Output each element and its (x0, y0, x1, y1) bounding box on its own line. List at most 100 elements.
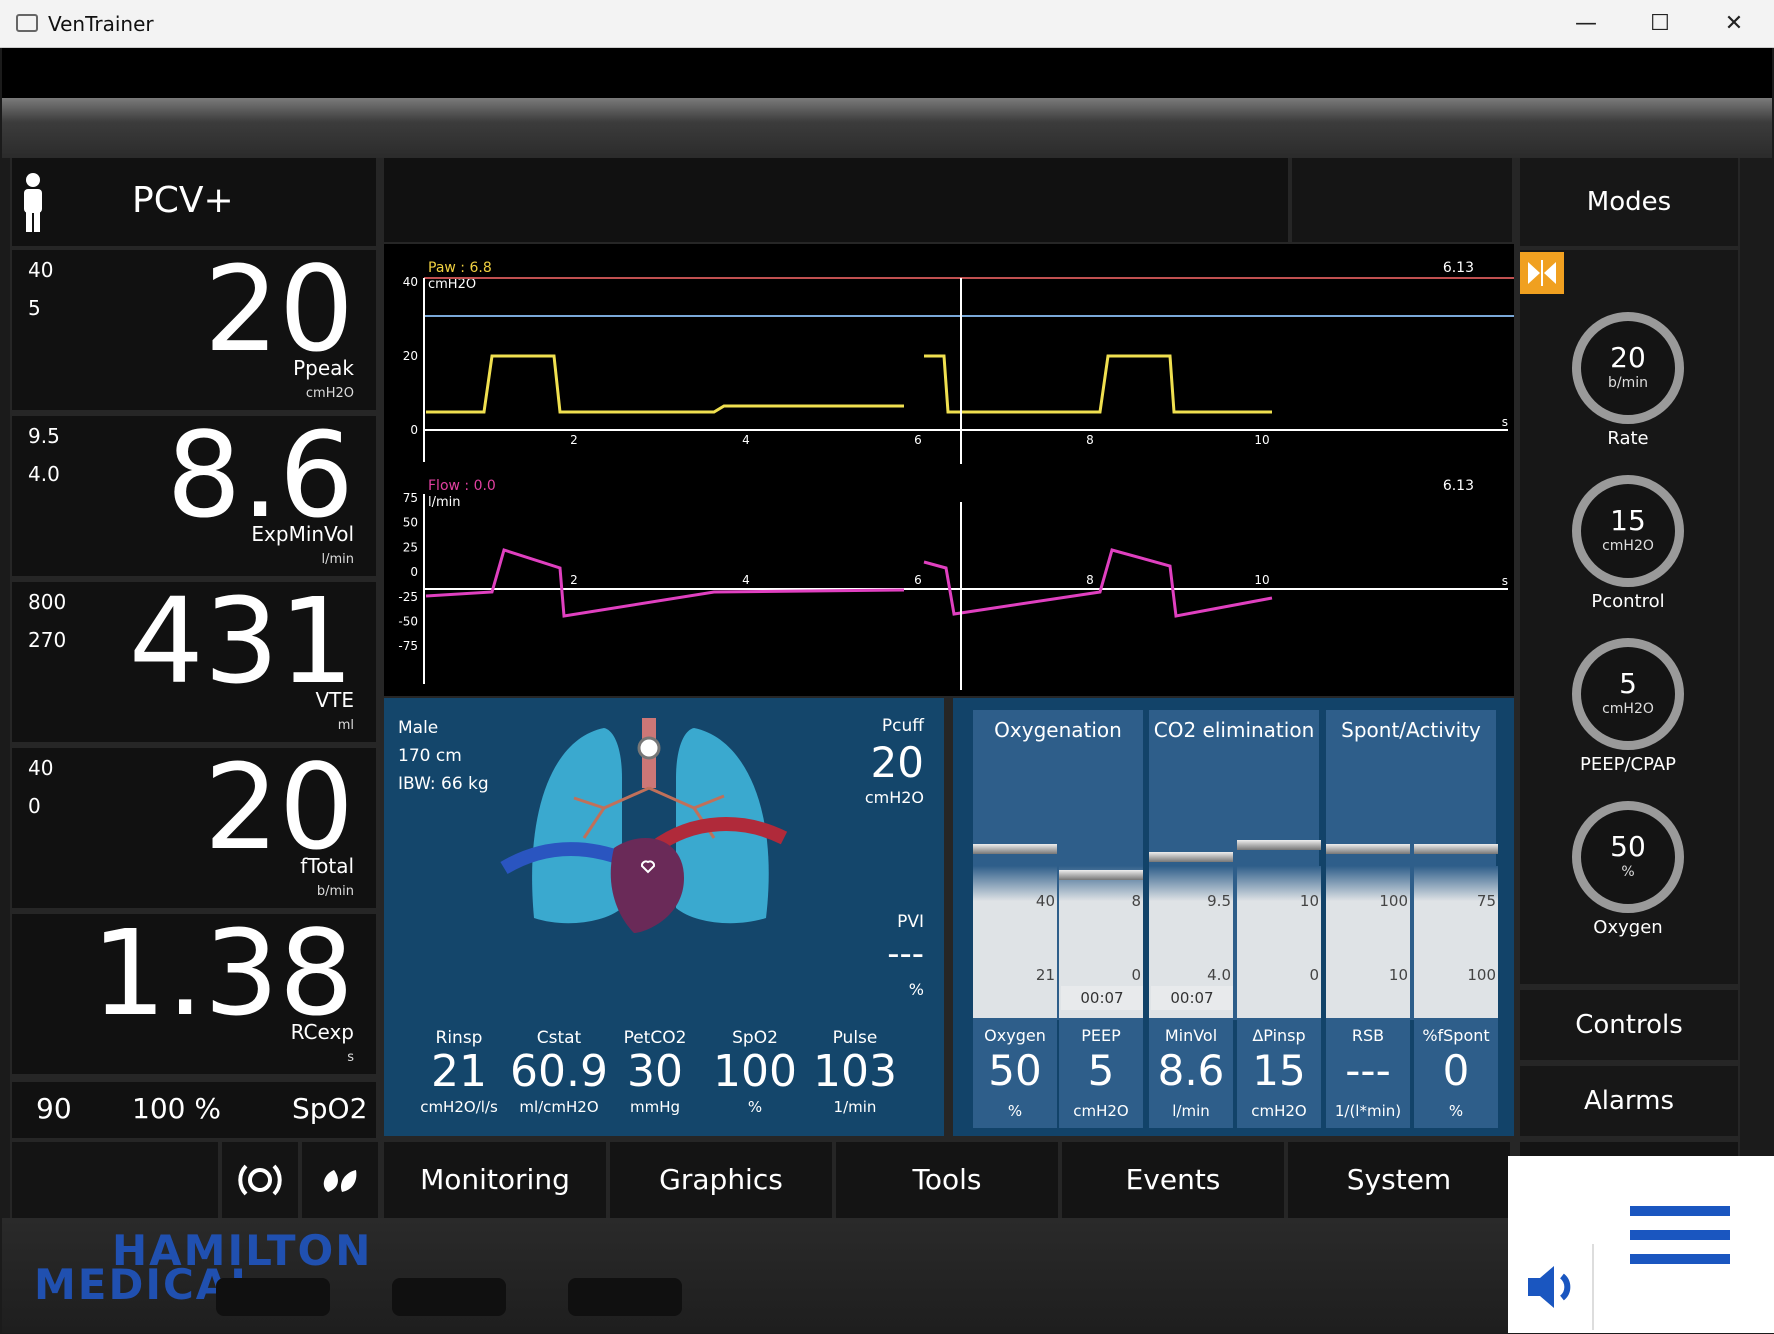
vent-scale-marker (973, 844, 1057, 854)
flow-y-tick: -75 (398, 639, 418, 653)
vent-scale-top: 10 (1299, 892, 1319, 910)
paw-x-tick: 6 (914, 433, 922, 447)
vent-scale-top: 9.5 (1207, 892, 1231, 910)
vent-scale-marker (1237, 840, 1321, 850)
param-panel-vte[interactable]: 800 270 431 VTE ml (12, 576, 376, 742)
o2-enrichment-button[interactable] (302, 1142, 378, 1218)
param-name: fTotal (300, 854, 354, 878)
param-low-limit: 5 (28, 296, 41, 320)
nebulizer-icon (238, 1164, 282, 1196)
flow-waveform (425, 548, 905, 618)
drops-icon (323, 1170, 357, 1192)
param-panel-rcexp[interactable]: 1.38 RCexp s (12, 908, 376, 1074)
vent-reading-unit: % (1448, 1102, 1464, 1120)
vent-group-title: Spont/Activity (1341, 718, 1481, 742)
vent-scale-bottom: 10 (1388, 966, 1408, 984)
param-name: VTE (315, 688, 354, 712)
patient-ibw: IBW: 66 kg (398, 774, 489, 794)
param-low-limit: 270 (28, 628, 67, 652)
knob-rate[interactable]: 20 b/min (1572, 312, 1684, 424)
knob-value: 20 (1610, 341, 1646, 374)
alarms-button[interactable]: Alarms (1520, 1066, 1738, 1136)
vent-reading-label: RSB (1351, 1026, 1385, 1045)
paw-waveform-new (924, 354, 1272, 414)
param-value: 1.38 (91, 904, 354, 1042)
vent-status-panel[interactable]: Oxygenation CO2 elimination Spont/Activity… (953, 698, 1514, 1136)
freeze-button[interactable] (1520, 252, 1564, 294)
param-panel-ftotal[interactable]: 40 0 20 fTotal b/min (12, 742, 376, 908)
vent-scale-bar (1414, 866, 1498, 1026)
lung-heart-graphic (500, 718, 788, 933)
pvi-unit: % (908, 980, 924, 999)
param-value: 431 (128, 572, 354, 710)
menu-button[interactable] (1622, 1196, 1734, 1276)
param-panel-expminvol[interactable]: 9.5 4.0 8.6 ExpMinVol l/min (12, 410, 376, 576)
patient-reading-label: Rinsp (435, 1028, 483, 1048)
mode-header[interactable]: PCV+ (12, 158, 376, 246)
waveform-area[interactable]: Paw : 6.8 cmH2O 6.13 40 20 0 2 4 6 8 10 s Flow :… (384, 244, 1514, 696)
param-low-limit: 0 (28, 794, 41, 818)
speaker-icon (1528, 1266, 1571, 1308)
ports-button[interactable] (222, 1142, 298, 1218)
flow-x-tick: 4 (742, 573, 750, 587)
tab-events[interactable]: Events (1062, 1142, 1284, 1218)
knob-label: Rate (1607, 428, 1649, 449)
spo2-row[interactable]: 90 100 % SpO2 (12, 1082, 376, 1138)
patient-reading-value: 103 (813, 1046, 897, 1097)
home-hardkey[interactable] (216, 1278, 330, 1316)
status-bar (1292, 158, 1512, 242)
knob-label: Oxygen (1593, 917, 1663, 938)
patient-dynamic-lung-panel[interactable]: Male 170 cm IBW: 66 kg Pcuff 20 cmH2O PV… (384, 698, 944, 1136)
bottom-left-blank (12, 1142, 218, 1218)
controls-button[interactable]: Controls (1520, 990, 1738, 1060)
flow-label: Flow : 0.0 (428, 478, 496, 494)
close-button[interactable]: ✕ (1714, 6, 1754, 42)
vent-scale-marker (1414, 844, 1498, 854)
modes-button[interactable]: Modes (1520, 158, 1738, 246)
vent-reading-unit: cmH2O (1073, 1102, 1129, 1120)
spo2-alarm-limit: 90 (36, 1092, 72, 1125)
flow-waveform-new (923, 548, 1273, 618)
print-hardkey[interactable] (392, 1278, 506, 1316)
maximize-button[interactable]: ☐ (1640, 6, 1680, 42)
flow-x-tick: 2 (570, 573, 578, 587)
patient-reading-label: PetCO2 (623, 1028, 687, 1048)
lock-hardkey[interactable] (568, 1278, 682, 1316)
knob-peep-cpap[interactable]: 5 cmH2O (1572, 638, 1684, 750)
vent-reading-label: MinVol (1164, 1026, 1218, 1045)
knob-unit: cmH2O (1602, 701, 1654, 717)
param-panel-ppeak[interactable]: 40 5 20 Ppeak cmH2O (12, 244, 376, 410)
patient-reading-unit: 1/min (833, 1098, 877, 1116)
paw-x-tick: 10 (1254, 433, 1269, 447)
window-titlebar: VenTrainer — ☐ ✕ (0, 0, 1774, 48)
patient-reading-label: Cstat (536, 1028, 582, 1048)
flow-y-tick: 25 (403, 540, 418, 554)
vent-group-title: Oxygenation (994, 718, 1122, 742)
vent-scale-top: 8 (1131, 892, 1141, 910)
vent-reading-unit: % (1007, 1102, 1023, 1120)
param-name: RCexp (290, 1020, 354, 1044)
tab-tools[interactable]: Tools (836, 1142, 1058, 1218)
knob-oxygen[interactable]: 50% (1572, 801, 1684, 913)
paw-y-tick: 0 (410, 423, 418, 437)
knob-value: 5 (1619, 667, 1637, 700)
patient-sex: Male (398, 718, 439, 738)
sound-button[interactable] (1508, 1244, 1594, 1330)
tab-graphics[interactable]: Graphics (610, 1142, 832, 1218)
knob-label: PEEP/CPAP (1580, 754, 1676, 775)
minimize-button[interactable]: — (1566, 6, 1606, 42)
knob-pcontrol[interactable]: 15 cmH2O (1572, 475, 1684, 587)
tab-system[interactable]: System (1288, 1142, 1510, 1218)
paw-y-tick: 20 (403, 349, 418, 363)
param-value: 8.6 (166, 406, 354, 544)
patient-height: 170 cm (398, 746, 462, 766)
tab-monitoring[interactable]: Monitoring (384, 1142, 606, 1218)
paw-unit: cmH2O (428, 277, 476, 292)
flow-cursor-value: 6.13 (1443, 478, 1474, 494)
paw-x-tick: 2 (570, 433, 578, 447)
flow-y-tick: 75 (403, 491, 418, 505)
vent-reading-unit: cmH2O (1251, 1102, 1307, 1120)
vent-scale-bottom: 21 (1035, 966, 1055, 984)
vent-timer: 00:07 (1151, 986, 1233, 1010)
paw-label: Paw : 6.8 (428, 260, 492, 276)
